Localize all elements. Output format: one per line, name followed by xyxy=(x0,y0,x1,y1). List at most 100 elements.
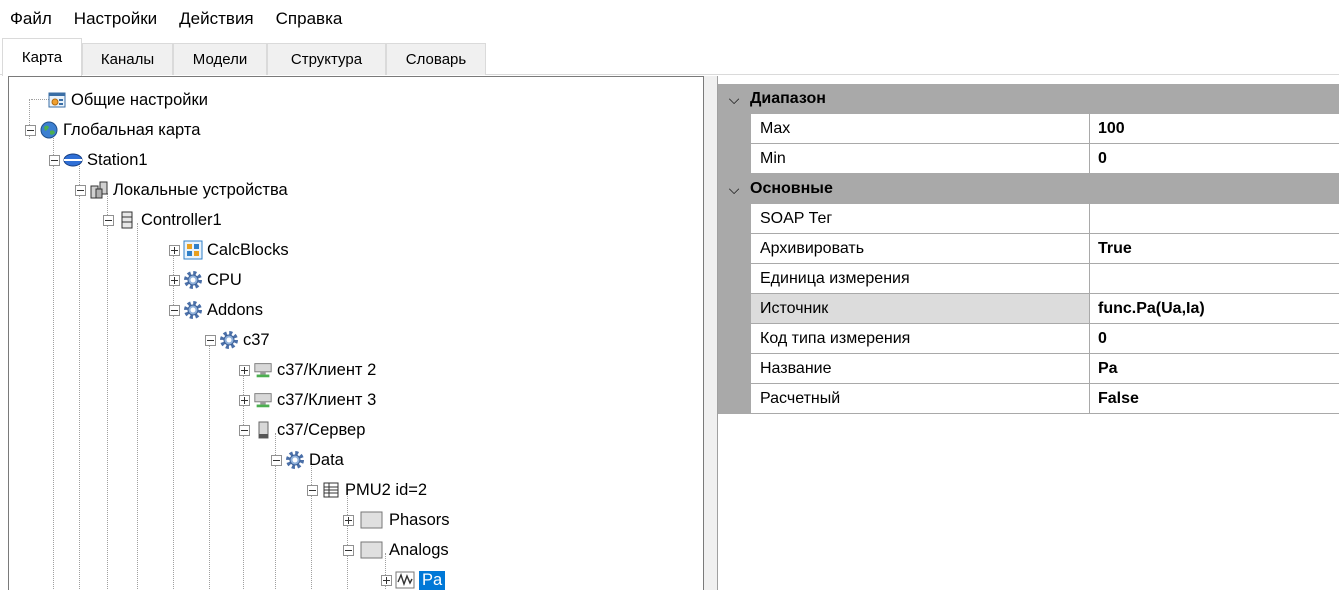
gear-icon xyxy=(183,270,203,290)
property-name: Расчетный xyxy=(751,384,1090,414)
tab-models[interactable]: Модели xyxy=(173,43,267,75)
tree-item-controller1[interactable]: Controller1 xyxy=(103,205,222,235)
property-row-soap-tag[interactable]: SOAP Тег xyxy=(718,204,1339,234)
property-row-unit[interactable]: Единица измерения xyxy=(718,264,1339,294)
network-client-icon xyxy=(253,360,273,380)
tree-item-c37-client3[interactable]: c37/Клиент 3 xyxy=(239,385,376,415)
expand-icon[interactable] xyxy=(343,514,354,526)
calc-blocks-icon xyxy=(183,240,203,260)
gear-icon xyxy=(219,330,239,350)
category-label: Основные xyxy=(750,180,833,197)
gear-icon xyxy=(285,450,305,470)
row-gutter xyxy=(718,264,751,294)
chevron-down-icon[interactable]: ⌵ xyxy=(718,91,750,108)
collapse-icon[interactable] xyxy=(205,334,216,346)
property-value[interactable]: func.Pa(Ua,Ia) xyxy=(1090,294,1339,324)
local-devices-icon xyxy=(89,180,109,200)
settings-window-icon xyxy=(47,90,67,110)
collapse-icon[interactable] xyxy=(239,424,250,436)
collapse-icon[interactable] xyxy=(103,214,114,226)
menu-settings[interactable]: Настройки xyxy=(74,9,157,29)
tab-structure[interactable]: Структура xyxy=(267,43,386,75)
category-main[interactable]: ⌵ Основные xyxy=(718,174,1339,204)
expand-icon[interactable] xyxy=(239,394,250,406)
property-name: Название xyxy=(751,354,1090,384)
expand-icon[interactable] xyxy=(169,274,180,286)
collapse-icon[interactable] xyxy=(49,154,60,166)
tree-item-data[interactable]: Data xyxy=(271,445,344,475)
tree-item-label: CalcBlocks xyxy=(207,240,289,259)
property-value[interactable]: 100 xyxy=(1090,114,1339,144)
tree-panel[interactable]: Общие настройки Глобальная карта Station… xyxy=(8,76,704,590)
property-value[interactable]: True xyxy=(1090,234,1339,264)
property-value[interactable]: False xyxy=(1090,384,1339,414)
tree-item-phasors[interactable]: Phasors xyxy=(343,505,450,535)
tree-item-label: c37/Клиент 3 xyxy=(277,390,377,409)
expand-icon[interactable] xyxy=(169,244,180,256)
tree-item-c37-server[interactable]: c37/Сервер xyxy=(239,415,365,445)
tree-item-calcblocks[interactable]: CalcBlocks xyxy=(169,235,289,265)
tree-item-label: CPU xyxy=(207,270,242,289)
gear-icon xyxy=(183,300,203,320)
property-row-name[interactable]: Название Pa xyxy=(718,354,1339,384)
property-value[interactable]: Pa xyxy=(1090,354,1339,384)
collapse-icon[interactable] xyxy=(75,184,86,196)
tree-item-c37[interactable]: c37 xyxy=(205,325,270,355)
menu-file[interactable]: Файл xyxy=(10,9,52,29)
tree-item-label: Общие настройки xyxy=(71,90,208,109)
property-row-source[interactable]: Источник func.Pa(Ua,Ia) xyxy=(718,294,1339,324)
property-row-archive[interactable]: Архивировать True xyxy=(718,234,1339,264)
property-value[interactable] xyxy=(1090,204,1339,234)
tree-item-station1[interactable]: Station1 xyxy=(49,145,148,175)
collapse-icon[interactable] xyxy=(25,124,36,136)
tree-item-local-devices[interactable]: Локальные устройства xyxy=(75,175,288,205)
property-row-measure-type-code[interactable]: Код типа измерения 0 xyxy=(718,324,1339,354)
tree-item-addons[interactable]: Addons xyxy=(169,295,263,325)
property-row-min[interactable]: Min 0 xyxy=(718,144,1339,174)
row-gutter xyxy=(718,324,751,354)
globe-icon xyxy=(39,120,59,140)
collapse-icon[interactable] xyxy=(169,304,180,316)
collapse-icon[interactable] xyxy=(307,484,318,496)
row-gutter xyxy=(718,144,751,174)
property-value[interactable]: 0 xyxy=(1090,144,1339,174)
network-client-icon xyxy=(253,390,273,410)
tree-item-label: Глобальная карта xyxy=(63,120,201,139)
collapse-icon[interactable] xyxy=(343,544,354,556)
collapse-icon[interactable] xyxy=(271,454,282,466)
property-row-calculated[interactable]: Расчетный False xyxy=(718,384,1339,414)
station-icon xyxy=(63,150,83,170)
property-row-max[interactable]: Max 100 xyxy=(718,114,1339,144)
chevron-down-icon[interactable]: ⌵ xyxy=(718,181,750,198)
tab-map[interactable]: Карта xyxy=(2,38,82,76)
tree-item-pmu2[interactable]: PMU2 id=2 xyxy=(307,475,427,505)
tree-item-label: c37 xyxy=(243,330,270,349)
tree-item-pa[interactable]: Pa xyxy=(381,565,446,590)
tab-channels[interactable]: Каналы xyxy=(82,43,173,75)
row-gutter xyxy=(718,294,751,324)
tree-item-label: Pa xyxy=(419,570,446,590)
waveform-icon xyxy=(395,570,415,590)
tree-item-global-map[interactable]: Глобальная карта xyxy=(25,115,200,145)
folder-box-icon xyxy=(357,510,385,530)
property-value[interactable]: 0 xyxy=(1090,324,1339,354)
tab-dictionary[interactable]: Словарь xyxy=(386,43,486,75)
menu-help[interactable]: Справка xyxy=(276,9,343,29)
row-gutter xyxy=(718,234,751,264)
tree-line xyxy=(209,343,210,590)
property-name: SOAP Тег xyxy=(751,204,1090,234)
panel-splitter[interactable] xyxy=(704,76,718,590)
tree-item-analogs[interactable]: Analogs xyxy=(343,535,449,565)
menu-actions[interactable]: Действия xyxy=(179,9,253,29)
property-name: Max xyxy=(751,114,1090,144)
category-range[interactable]: ⌵ Диапазон xyxy=(718,84,1339,114)
tree-line xyxy=(79,163,80,590)
property-name: Источник xyxy=(751,294,1090,324)
tree-item-c37-client2[interactable]: c37/Клиент 2 xyxy=(239,355,376,385)
expand-icon[interactable] xyxy=(239,364,250,376)
tree-item-cpu[interactable]: CPU xyxy=(169,265,242,295)
expand-icon[interactable] xyxy=(381,574,392,586)
property-value[interactable] xyxy=(1090,264,1339,294)
tree-item-general-settings[interactable]: Общие настройки xyxy=(47,85,208,115)
property-name: Единица измерения xyxy=(751,264,1090,294)
